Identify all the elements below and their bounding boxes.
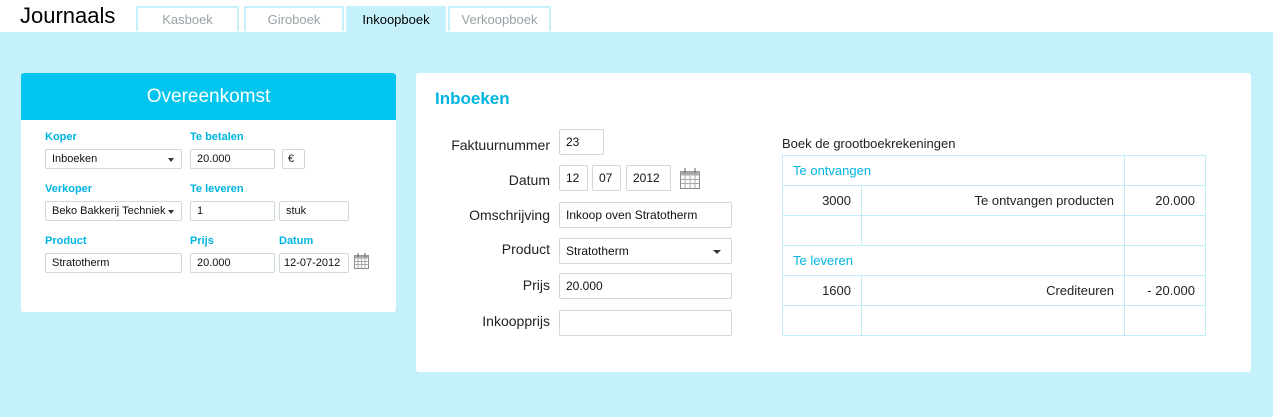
product-label: Product	[45, 235, 87, 247]
verkoper-select[interactable]: Beko Bakkerij Techniek	[45, 201, 182, 221]
koper-select[interactable]: Inboeken	[45, 149, 182, 169]
unit-field[interactable]: stuk	[279, 201, 349, 221]
prijs-label: Prijs	[522, 277, 550, 293]
ledger-table: Te ontvangen 3000 Te ontvangen producten…	[782, 155, 1206, 336]
ledger-section-header: Te ontvangen	[782, 155, 1206, 186]
tab-giroboek[interactable]: Giroboek	[244, 6, 344, 31]
datum-day-input[interactable]: 12	[559, 165, 588, 191]
app-title: Journaals	[20, 3, 116, 28]
te-betalen-label: Te betalen	[190, 131, 244, 143]
ledger-cell[interactable]	[1124, 305, 1206, 336]
account-description: Crediteuren	[861, 275, 1125, 306]
currency-field[interactable]: €	[282, 149, 305, 169]
tab-kasboek[interactable]: Kasboek	[136, 6, 239, 31]
ledger-cell	[1124, 155, 1206, 186]
calendar-icon[interactable]	[680, 168, 700, 189]
datum-label: Datum	[508, 172, 550, 188]
omschrijving-label: Omschrijving	[469, 207, 550, 223]
prijs-input[interactable]: 20.000	[559, 273, 732, 299]
verkoper-label: Verkoper	[45, 183, 93, 195]
ledger-cell[interactable]	[782, 215, 862, 246]
product-input[interactable]: Stratotherm	[45, 253, 182, 273]
calendar-icon[interactable]	[354, 253, 369, 269]
inboeken-panel: Inboeken Faktuurnummer 23 Datum 12 07 20…	[416, 73, 1251, 372]
te-leveren-header: Te leveren	[782, 245, 1125, 276]
overeenkomst-title: Overeenkomst	[21, 73, 396, 120]
account-number[interactable]: 1600	[782, 275, 862, 306]
omschrijving-input[interactable]: Inkoop oven Stratotherm	[559, 202, 732, 228]
table-row	[782, 215, 1206, 246]
table-row: 1600 Crediteuren - 20.000	[782, 275, 1206, 306]
te-leveren-input[interactable]: 1	[190, 201, 275, 221]
ledger-cell	[861, 305, 1125, 336]
te-leveren-label: Te leveren	[190, 183, 244, 195]
ledger-cell	[1124, 245, 1206, 276]
account-amount[interactable]: - 20.000	[1124, 275, 1206, 306]
product-label: Product	[501, 241, 550, 257]
ledger-cell[interactable]	[1124, 215, 1206, 246]
overeenkomst-panel: Overeenkomst Koper Inboeken Te betalen 2…	[21, 73, 396, 312]
product-select[interactable]: Stratotherm	[559, 238, 732, 264]
faktuurnummer-input[interactable]: 23	[559, 129, 604, 155]
te-betalen-input[interactable]: 20.000	[190, 149, 275, 169]
te-ontvangen-header: Te ontvangen	[782, 155, 1125, 186]
datum-month-input[interactable]: 07	[592, 165, 621, 191]
account-amount[interactable]: 20.000	[1124, 185, 1206, 216]
datum-label: Datum	[279, 235, 314, 247]
table-row	[782, 305, 1206, 336]
ledger-section-header: Te leveren	[782, 245, 1206, 276]
datum-year-input[interactable]: 2012	[626, 165, 671, 191]
inboeken-title: Inboeken	[435, 89, 510, 108]
prijs-label: Prijs	[190, 235, 214, 247]
faktuurnummer-label: Faktuurnummer	[451, 137, 550, 153]
inkoopprijs-label: Inkoopprijs	[482, 313, 550, 329]
tab-inkoopboek[interactable]: Inkoopboek	[346, 6, 446, 33]
prijs-input[interactable]: 20.000	[190, 253, 275, 273]
account-number[interactable]: 3000	[782, 185, 862, 216]
koper-label: Koper	[45, 131, 77, 143]
tab-verkoopboek[interactable]: Verkoopboek	[448, 6, 551, 31]
table-row: 3000 Te ontvangen producten 20.000	[782, 185, 1206, 216]
ledger-cell	[861, 215, 1125, 246]
ledger-title: Boek de grootboekrekeningen	[782, 136, 956, 151]
inkoopprijs-input[interactable]	[559, 310, 732, 336]
account-description: Te ontvangen producten	[861, 185, 1125, 216]
ledger-cell[interactable]	[782, 305, 862, 336]
datum-input[interactable]: 12-07-2012	[279, 253, 349, 273]
